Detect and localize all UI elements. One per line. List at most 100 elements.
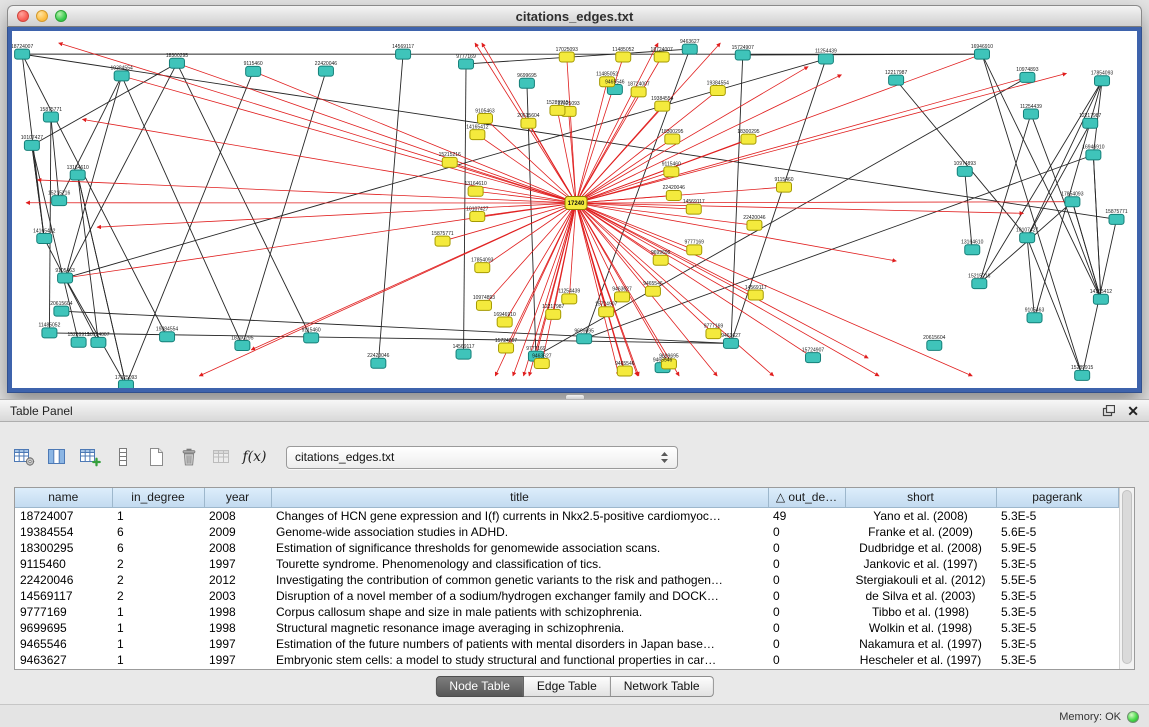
table-row[interactable]: 946362711997Embryonic stem cells: a mode… — [15, 652, 1119, 668]
delete-table-button[interactable] — [208, 444, 235, 470]
table-row[interactable]: 1830029562008Estimation of significance … — [15, 540, 1119, 556]
table-cell: Jankovic et al. (1997) — [845, 556, 996, 572]
svg-text:9465546: 9465546 — [615, 361, 635, 367]
tab-node-table[interactable]: Node Table — [435, 676, 524, 697]
svg-text:19384554: 19384554 — [111, 66, 133, 72]
table-cell: Hescheler et al. (1997) — [845, 652, 996, 668]
column-header-6[interactable]: pagerank — [996, 488, 1119, 507]
table-settings-icon — [13, 447, 35, 467]
column-header-1[interactable]: in_degree — [112, 488, 204, 507]
table-selector-value: citations_edges.txt — [295, 450, 654, 464]
svg-text:11485052: 11485052 — [38, 323, 60, 329]
minimize-button[interactable] — [36, 10, 48, 22]
new-document-icon — [145, 447, 167, 467]
svg-text:14165412: 14165412 — [1090, 289, 1112, 295]
combo-arrows-icon — [660, 451, 669, 464]
svg-text:11254439: 11254439 — [558, 289, 580, 295]
table-toolbar: f(x) citations_edges.txt — [10, 444, 678, 470]
column-header-5[interactable]: short — [845, 488, 996, 507]
table-row[interactable]: 969969511998Structural magnetic resonanc… — [15, 620, 1119, 636]
table-cell: 19384554 — [15, 524, 112, 540]
new-table-button[interactable] — [142, 444, 169, 470]
svg-text:16946910: 16946910 — [971, 44, 993, 50]
table-cell: 5.6E-5 — [996, 524, 1119, 540]
table-cell: 2008 — [204, 540, 271, 556]
table-panel-title: Table Panel — [10, 404, 73, 418]
svg-text:14165412: 14165412 — [466, 124, 488, 130]
table-row[interactable]: 1872400712008Changes of HCN gene express… — [15, 507, 1119, 524]
table-cell: 9115460 — [15, 556, 112, 572]
svg-text:10974893: 10974893 — [473, 295, 495, 301]
svg-text:17854093: 17854093 — [1091, 71, 1113, 77]
svg-text:11254439: 11254439 — [1020, 104, 1042, 110]
table-cell: Changes of HCN gene expression and I(f) … — [271, 507, 768, 524]
tab-edge-table[interactable]: Edge Table — [524, 676, 611, 697]
svg-text:9115460: 9115460 — [774, 177, 793, 183]
window-titlebar[interactable]: citations_edges.txt — [7, 5, 1142, 27]
close-icon: ✕ — [1127, 405, 1139, 417]
column-header-0[interactable]: name — [15, 488, 112, 507]
close-panel-button[interactable]: ✕ — [1127, 405, 1139, 417]
table-row[interactable]: 2242004622012Investigating the contribut… — [15, 572, 1119, 588]
table-cell: Franke et al. (2009) — [845, 524, 996, 540]
svg-text:15724907: 15724907 — [595, 302, 617, 308]
table-scrollbar[interactable] — [1119, 488, 1134, 669]
memory-ok-icon — [1127, 711, 1139, 723]
show-columns-button[interactable] — [43, 444, 70, 470]
table-selector[interactable]: citations_edges.txt — [286, 446, 678, 469]
svg-text:15289915: 15289915 — [546, 100, 568, 106]
svg-text:22420046: 22420046 — [743, 215, 765, 221]
table-row[interactable]: 911546021997Tourette syndrome. Phenomeno… — [15, 556, 1119, 572]
row-list-button[interactable] — [109, 444, 136, 470]
column-header-2[interactable]: year — [204, 488, 271, 507]
table-row[interactable]: 977716911998Corpus callosum shape and si… — [15, 604, 1119, 620]
close-button[interactable] — [17, 10, 29, 22]
table-cell: 1 — [112, 652, 204, 668]
table-cell: 5.3E-5 — [996, 588, 1119, 604]
table-cell: Genome-wide association studies in ADHD. — [271, 524, 768, 540]
svg-text:13164610: 13164610 — [464, 181, 486, 187]
svg-text:9465546: 9465546 — [643, 281, 663, 287]
column-header-3[interactable]: title — [271, 488, 768, 507]
table-cell: 6 — [112, 540, 204, 556]
svg-text:11485052: 11485052 — [612, 47, 634, 53]
svg-text:15724907: 15724907 — [732, 45, 754, 51]
table-cell: 5.5E-5 — [996, 572, 1119, 588]
new-column-button[interactable] — [76, 444, 103, 470]
table-row[interactable]: 1456911722003Disruption of a novel membe… — [15, 588, 1119, 604]
status-bar: Memory: OK — [1059, 711, 1139, 723]
table-cell: 18724007 — [15, 507, 112, 524]
network-graph[interactable]: 1872400719384554183002959115460224200461… — [12, 31, 1137, 388]
delete-column-button[interactable] — [175, 444, 202, 470]
table-cell: Wolkin et al. (1998) — [845, 620, 996, 636]
svg-text:15875771: 15875771 — [40, 107, 62, 113]
svg-text:15875771: 15875771 — [431, 231, 453, 237]
function-builder-button[interactable]: f(x) — [241, 444, 268, 470]
table-row[interactable]: 1938455462009Genome-wide association stu… — [15, 524, 1119, 540]
table-cell: Tibbo et al. (1998) — [845, 604, 996, 620]
table-panel: Table Panel ✕ — [0, 399, 1149, 705]
window-title: citations_edges.txt — [516, 9, 634, 24]
svg-text:9463627: 9463627 — [532, 353, 552, 359]
svg-text:19384554: 19384554 — [156, 327, 178, 333]
svg-text:19384554: 19384554 — [651, 96, 673, 102]
svg-text:9463627: 9463627 — [721, 333, 741, 339]
scrollbar-thumb[interactable] — [1122, 490, 1132, 664]
svg-text:13164610: 13164610 — [67, 165, 89, 171]
table-body: 18724007 1 2008Changes of HCN gene express… — [15, 507, 1119, 668]
column-header-4[interactable]: △ out_de… — [768, 488, 845, 507]
table-mode-button[interactable] — [10, 444, 37, 470]
table-cell: Investigating the contribution of common… — [271, 572, 768, 588]
svg-text:12217987: 12217987 — [1079, 113, 1101, 119]
float-window-icon — [1102, 405, 1115, 417]
float-panel-button[interactable] — [1102, 405, 1115, 417]
svg-text:10107427: 10107427 — [466, 206, 488, 212]
table-cell: Structural magnetic resonance image aver… — [271, 620, 768, 636]
table-cell: Disruption of a novel member of a sodium… — [271, 588, 768, 604]
svg-text:9115460: 9115460 — [662, 162, 681, 168]
fx-icon: f(x) — [242, 449, 266, 465]
zoom-button[interactable] — [55, 10, 67, 22]
table-row[interactable]: 946554611997Estimation of the future num… — [15, 636, 1119, 652]
svg-text:18300295: 18300295 — [166, 53, 188, 59]
tab-network-table[interactable]: Network Table — [611, 676, 714, 697]
